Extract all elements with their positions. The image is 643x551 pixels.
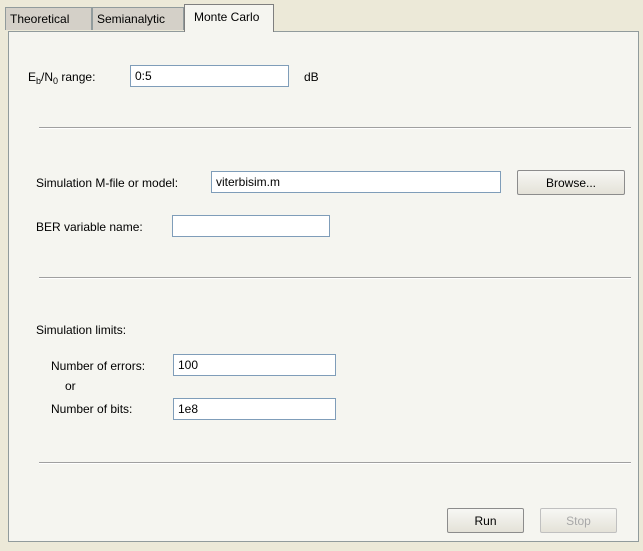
ber-variable-label: BER variable name: bbox=[36, 220, 143, 234]
simulation-model-label: Simulation M-file or model: bbox=[36, 176, 179, 190]
or-label: or bbox=[65, 379, 76, 393]
number-of-bits-label: Number of bits: bbox=[51, 402, 133, 416]
number-of-bits-input[interactable]: 1e8 bbox=[173, 398, 336, 420]
stop-button: Stop bbox=[540, 508, 617, 533]
ebn0-unit-label: dB bbox=[304, 70, 319, 84]
ber-variable-input[interactable] bbox=[172, 215, 330, 237]
ebn0-range-label: Eb/N0 range: bbox=[28, 70, 96, 86]
ebn0-range-input[interactable]: 0:5 bbox=[130, 65, 289, 87]
run-button[interactable]: Run bbox=[447, 508, 524, 533]
monte-carlo-panel: Eb/N0 range: 0:5 dB Simulation M-file or… bbox=[8, 31, 639, 542]
tab-semianalytic[interactable]: Semianalytic bbox=[92, 7, 184, 30]
separator-1 bbox=[39, 127, 631, 129]
simulation-model-input[interactable]: viterbisim.m bbox=[211, 171, 501, 193]
number-of-errors-label: Number of errors: bbox=[51, 359, 146, 373]
tab-monte-carlo[interactable]: Monte Carlo bbox=[184, 4, 274, 32]
separator-3 bbox=[39, 462, 631, 464]
number-of-errors-input[interactable]: 100 bbox=[173, 354, 336, 376]
separator-2 bbox=[39, 277, 631, 279]
simulation-limits-label: Simulation limits: bbox=[36, 323, 127, 337]
tab-theoretical[interactable]: Theoretical bbox=[5, 7, 92, 30]
browse-button[interactable]: Browse... bbox=[517, 170, 625, 195]
